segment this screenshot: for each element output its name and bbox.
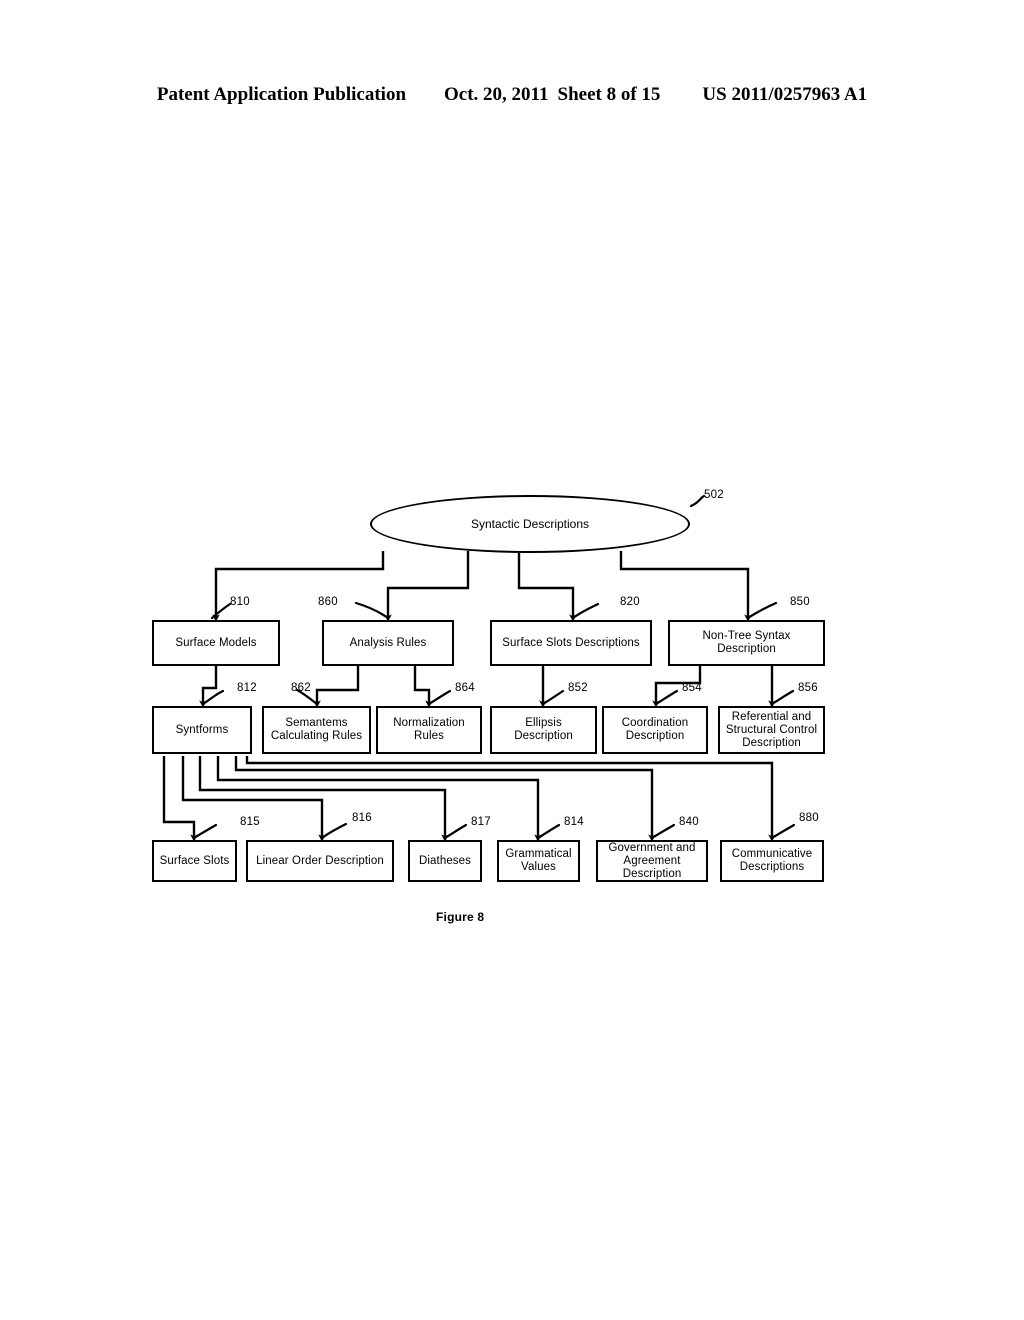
ref-820: 820 — [620, 596, 640, 608]
node-label: Syntactic Descriptions — [470, 517, 590, 531]
node-label: Coordination Description — [621, 717, 689, 742]
ref-864: 864 — [455, 682, 475, 694]
node-analysis-rules[interactable]: Analysis Rules — [322, 620, 454, 666]
node-communicative-descriptions[interactable]: Communicative Descriptions — [720, 840, 824, 882]
node-normalization-rules[interactable]: Normalization Rules — [376, 706, 482, 754]
node-syntactic-descriptions[interactable]: Syntactic Descriptions — [370, 495, 690, 553]
ref-814: 814 — [564, 816, 584, 828]
node-surface-slots-descriptions[interactable]: Surface Slots Descriptions — [490, 620, 652, 666]
node-grammatical-values[interactable]: Grammatical Values — [497, 840, 580, 882]
node-linear-order-description[interactable]: Linear Order Description — [246, 840, 394, 882]
ref-815: 815 — [240, 816, 260, 828]
node-label: Semantems Calculating Rules — [270, 717, 363, 742]
node-label: Surface Slots — [159, 854, 230, 867]
wire-group-root — [212, 551, 752, 622]
ref-810: 810 — [230, 596, 250, 608]
node-label: Analysis Rules — [349, 636, 427, 649]
node-label: Surface Slots Descriptions — [502, 636, 640, 649]
node-label: Surface Models — [175, 636, 257, 649]
node-referential-structural-control-description[interactable]: Referential and Structural Control Descr… — [718, 706, 825, 754]
node-label: Referential and Structural Control Descr… — [725, 710, 818, 749]
ref-852: 852 — [568, 682, 588, 694]
figure-8-diagram: Syntactic Descriptions 502 Surface Model… — [0, 0, 1024, 1320]
node-label: Government and Agreement Description — [608, 841, 696, 880]
node-label: Normalization Rules — [393, 717, 465, 742]
node-surface-slots[interactable]: Surface Slots — [152, 840, 237, 882]
node-label: Syntforms — [175, 723, 229, 736]
figure-caption: Figure 8 — [436, 910, 485, 924]
ref-817: 817 — [471, 816, 491, 828]
node-syntforms[interactable]: Syntforms — [152, 706, 252, 754]
ref-812: 812 — [237, 682, 257, 694]
node-surface-models[interactable]: Surface Models — [152, 620, 280, 666]
node-label: Grammatical Values — [505, 848, 572, 873]
ref-850: 850 — [790, 596, 810, 608]
node-label: Ellipsis Description — [514, 717, 573, 742]
ref-860: 860 — [318, 596, 338, 608]
node-label: Diatheses — [418, 854, 472, 867]
node-label: Communicative Descriptions — [731, 848, 813, 873]
node-non-tree-syntax-description[interactable]: Non-Tree Syntax Description — [668, 620, 825, 666]
ref-856: 856 — [798, 682, 818, 694]
node-diatheses[interactable]: Diatheses — [408, 840, 482, 882]
node-semantems-calculating-rules[interactable]: Semantems Calculating Rules — [262, 706, 371, 754]
ref-840: 840 — [679, 816, 699, 828]
node-government-and-agreement-description[interactable]: Government and Agreement Description — [596, 840, 708, 882]
node-ellipsis-description[interactable]: Ellipsis Description — [490, 706, 597, 754]
ref-502: 502 — [704, 489, 724, 501]
node-label: Non-Tree Syntax Description — [702, 630, 791, 655]
node-coordination-description[interactable]: Coordination Description — [602, 706, 708, 754]
ref-862: 862 — [291, 682, 311, 694]
ref-880: 880 — [799, 812, 819, 824]
ref-816: 816 — [352, 812, 372, 824]
node-label: Linear Order Description — [256, 854, 384, 867]
patent-page: Patent Application Publication Oct. 20, … — [0, 0, 1024, 1320]
ref-854: 854 — [682, 682, 702, 694]
